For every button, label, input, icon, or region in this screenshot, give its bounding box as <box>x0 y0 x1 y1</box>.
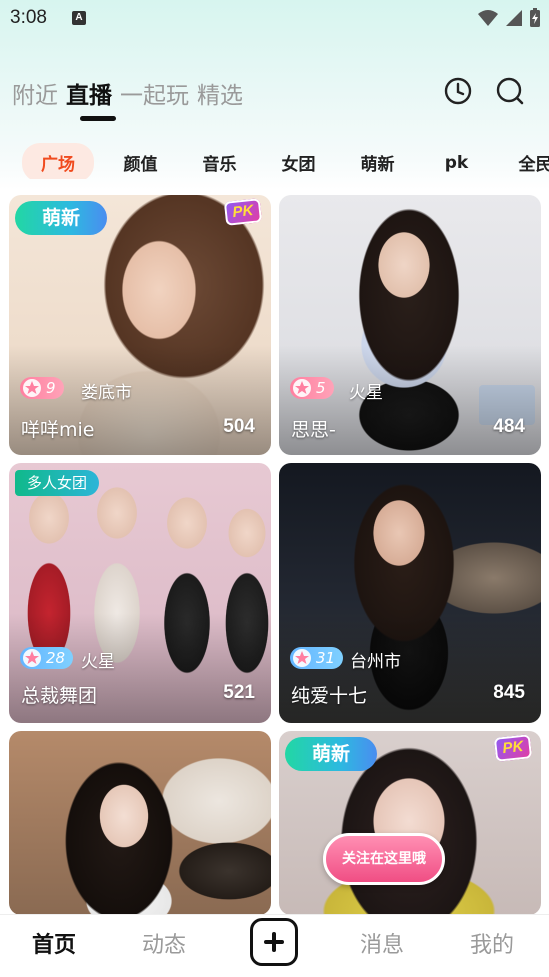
viewer-count: 521 <box>223 682 255 703</box>
follow-here-sticker: 关注在这里哦 <box>323 833 445 885</box>
city-label: 火星 <box>81 652 115 672</box>
create-plus-button[interactable] <box>250 918 298 966</box>
stream-thumbnail <box>9 731 271 915</box>
top-tabs: 附近 直播 一起玩 精选 <box>12 76 251 110</box>
nav-feed[interactable]: 动态 <box>142 927 186 959</box>
viewer-count: 484 <box>493 416 525 437</box>
live-room-card[interactable] <box>9 731 271 915</box>
live-room-card[interactable]: 萌新 PK 关注在这里哦 <box>279 731 541 915</box>
streamer-name: 咩咩mie <box>21 419 95 441</box>
live-room-card[interactable]: 5 火星 思思- 484 <box>279 195 541 455</box>
live-room-card[interactable]: 萌新 PK 9 娄底市 咩咩mie 504 <box>9 195 271 455</box>
status-bar: 3:08 A <box>0 0 549 40</box>
category-chip-plaza[interactable]: 广场 <box>22 143 94 179</box>
notification-icon: A <box>72 11 86 25</box>
city-label: 娄底市 <box>81 383 132 403</box>
level-number: 5 <box>316 379 326 397</box>
battery-icon <box>530 8 540 27</box>
tab-nearby[interactable]: 附近 <box>12 76 58 110</box>
viewer-count: 504 <box>223 416 255 437</box>
clock-icon[interactable] <box>443 76 473 106</box>
category-bar: 广场 颜值 音乐 女团 萌新 pk 全民 <box>22 143 549 179</box>
category-chip-looks[interactable]: 颜值 <box>101 143 180 179</box>
nav-home[interactable]: 首页 <box>32 927 76 959</box>
nav-profile[interactable]: 我的 <box>470 927 514 959</box>
signal-icon <box>506 10 522 26</box>
user-level-badge: 28 <box>20 647 74 669</box>
user-level-badge: 31 <box>290 647 344 669</box>
multi-girl-group-badge: 多人女团 <box>15 470 100 496</box>
category-chip-newbie[interactable]: 萌新 <box>338 143 417 179</box>
live-room-card[interactable]: 31 台州市 纯爱十七 845 <box>279 463 541 723</box>
nav-messages[interactable]: 消息 <box>360 927 404 959</box>
city-label: 台州市 <box>350 652 401 672</box>
pk-badge: PK <box>493 734 533 762</box>
status-time: 3:08 <box>10 7 47 28</box>
star-icon <box>293 379 311 397</box>
viewer-count: 845 <box>493 682 525 703</box>
streamer-name: 总裁舞团 <box>21 685 98 707</box>
status-icons <box>477 8 541 28</box>
level-number: 31 <box>316 649 336 667</box>
category-chip-all[interactable]: 全民 <box>496 143 549 179</box>
top-actions <box>443 76 525 106</box>
tab-featured[interactable]: 精选 <box>197 76 243 110</box>
newbie-badge: 萌新 <box>285 737 377 771</box>
city-label: 火星 <box>349 383 383 403</box>
tab-live[interactable]: 直播 <box>66 76 112 110</box>
wifi-icon <box>478 10 498 26</box>
category-chip-girl-group[interactable]: 女团 <box>259 143 338 179</box>
category-chip-pk[interactable]: pk <box>417 146 496 180</box>
streamer-name: 纯爱十七 <box>291 685 368 707</box>
star-icon <box>293 649 311 667</box>
category-chip-music[interactable]: 音乐 <box>180 143 259 179</box>
star-icon <box>23 649 41 667</box>
newbie-badge: 萌新 <box>15 201 107 235</box>
bottom-nav: 首页 动态 消息 我的 <box>0 914 549 977</box>
search-icon[interactable] <box>495 76 525 106</box>
star-icon <box>23 379 41 397</box>
level-number: 9 <box>46 379 56 397</box>
user-level-badge: 5 <box>290 377 334 399</box>
active-tab-indicator <box>80 116 116 121</box>
live-room-card[interactable]: 多人女团 28 火星 总裁舞团 521 <box>9 463 271 723</box>
level-number: 28 <box>46 649 66 667</box>
streamer-name: 思思- <box>291 419 336 441</box>
pk-badge: PK <box>223 198 263 226</box>
tab-play-together[interactable]: 一起玩 <box>120 76 189 110</box>
user-level-badge: 9 <box>20 377 64 399</box>
